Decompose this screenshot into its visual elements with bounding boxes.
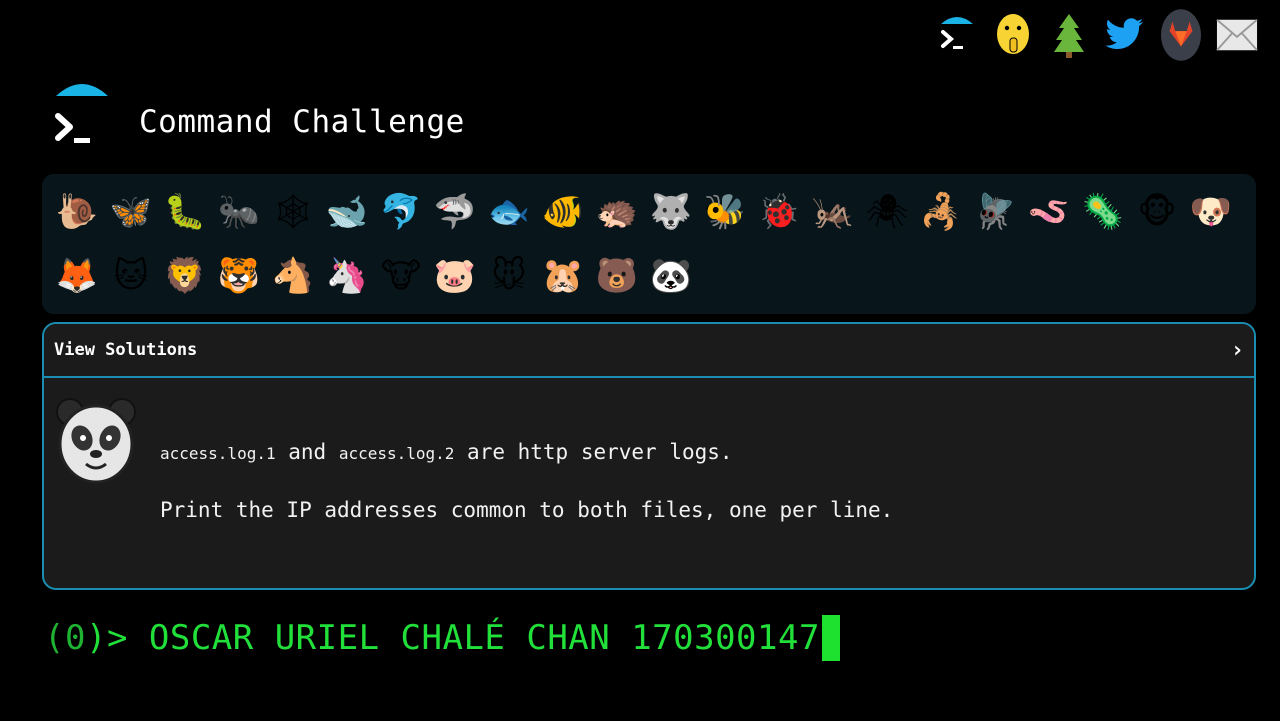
cow-icon[interactable]: 🐮 [374, 247, 428, 305]
bear-icon[interactable]: 🐻 [590, 247, 644, 305]
challenge-text-line1: access.log.1 and access.log.2 are http s… [160, 440, 733, 464]
challenge-card: View Solutions › access.log.1 and access… [42, 322, 1256, 590]
challenge-selector-panel: 🐌 🦋 🐛 🐜 🕸 🐋 🐬 🦈 🐟 🐠 🦔 🐺 🐝 🐞 🦗 🕷 🦂 🪰 🪱 🦠 🐵 🐶 🦊 🐱 🦁 🐯 🐴 🦄 🐮 🐷 🐭 🐹 🐻 🐼 [42, 174, 1256, 314]
conjunction: and [275, 440, 339, 464]
tree-icon[interactable] [1048, 4, 1090, 66]
unicorn-icon[interactable]: 🦄 [320, 247, 374, 305]
text-cursor [821, 615, 840, 661]
fish-icon[interactable]: 🐟 [482, 183, 536, 241]
worm-icon[interactable]: 🪱 [1022, 183, 1076, 241]
caterpillar-icon[interactable]: 🐛 [158, 183, 212, 241]
panda-icon [54, 394, 138, 490]
hedgehog-icon[interactable]: 🦔 [590, 183, 644, 241]
page-title: Command Challenge [139, 104, 465, 140]
horse-icon[interactable]: 🐴 [266, 247, 320, 305]
mouse-icon[interactable]: 🐭 [482, 247, 536, 305]
file-name-1: access.log.1 [160, 444, 276, 463]
spider-web-icon[interactable]: 🕸 [266, 183, 320, 241]
microbe-icon[interactable]: 🦠 [1076, 183, 1130, 241]
prompt-close: )> [85, 618, 128, 658]
dolphin-icon[interactable]: 🐬 [374, 183, 428, 241]
wolf-icon[interactable]: 🐺 [644, 183, 698, 241]
challenge-description: access.log.1 and access.log.2 are http s… [44, 378, 1254, 588]
monkey-icon[interactable]: 🐵 [1130, 183, 1184, 241]
view-solutions-label: View Solutions [54, 340, 198, 360]
snail-icon[interactable]: 🐌 [50, 183, 104, 241]
butterfly-icon[interactable]: 🦋 [104, 183, 158, 241]
bee-icon[interactable]: 🐝 [698, 183, 752, 241]
hamster-icon[interactable]: 🐹 [536, 247, 590, 305]
gitlab-icon[interactable] [1160, 4, 1202, 66]
twitter-icon[interactable] [1104, 4, 1146, 66]
lion-icon[interactable]: 🦁 [158, 247, 212, 305]
whale-icon[interactable]: 🐋 [320, 183, 374, 241]
challenge-text-line2: Print the IP addresses common to both fi… [160, 498, 894, 522]
prompt-open: ( [44, 618, 65, 658]
command-input[interactable]: OSCAR URIEL CHALÉ CHAN 170300147 [128, 618, 820, 658]
ladybug-icon[interactable]: 🐞 [752, 183, 806, 241]
chevron-right-icon: › [1230, 337, 1244, 363]
dog-icon[interactable]: 🐶 [1184, 183, 1238, 241]
shark-icon[interactable]: 🦈 [428, 183, 482, 241]
attempt-counter: 0 [64, 618, 86, 658]
tropical-fish-icon[interactable]: 🐠 [536, 183, 590, 241]
fly-icon[interactable]: 🪰 [968, 183, 1022, 241]
file-name-2: access.log.2 [338, 444, 455, 463]
cricket-icon[interactable]: 🦗 [806, 183, 860, 241]
animal-row-1: 🐌 🦋 🐛 🐜 🕸 🐋 🐬 🦈 🐟 🐠 🦔 🐺 🐝 🐞 🦗 🕷 🦂 🪰 🪱 🦠 🐵 🐶 [50, 180, 1248, 244]
animal-row-2: 🦊 🐱 🦁 🐯 🐴 🦄 🐮 🐷 🐭 🐹 🐻 🐼 [50, 244, 1248, 308]
command-prompt[interactable]: (0)> OSCAR URIEL CHALÉ CHAN 170300147 [44, 615, 840, 661]
panda-icon[interactable]: 🐼 [644, 247, 698, 305]
cat-icon[interactable]: 🐱 [104, 247, 158, 305]
spider-icon[interactable]: 🕷 [860, 183, 914, 241]
scorpion-icon[interactable]: 🦂 [914, 183, 968, 241]
shushing-face-icon[interactable] [992, 4, 1034, 66]
pig-icon[interactable]: 🐷 [428, 247, 482, 305]
fox-icon[interactable]: 🦊 [50, 247, 104, 305]
view-solutions-toggle[interactable]: View Solutions › [44, 324, 1254, 378]
terminal-logo-icon [50, 72, 114, 152]
mail-icon[interactable] [1216, 4, 1258, 66]
desc1-rest: are http server logs. [454, 440, 733, 464]
terminal-logo-icon[interactable] [936, 4, 978, 66]
top-icon-bar [936, 4, 1258, 66]
tiger-icon[interactable]: 🐯 [212, 247, 266, 305]
ant-icon[interactable]: 🐜 [212, 183, 266, 241]
